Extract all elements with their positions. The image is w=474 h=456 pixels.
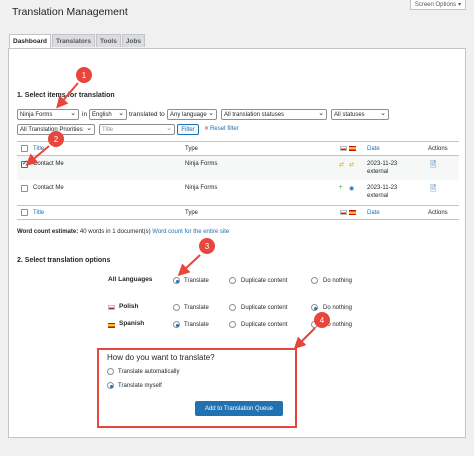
row-title: Contact Me	[33, 185, 64, 191]
section1-title: 1. Select items for translation	[17, 92, 115, 99]
spanish-duplicate-radio[interactable]	[229, 321, 236, 328]
polish-flag-icon	[340, 210, 347, 215]
callout-4: 4	[314, 312, 330, 328]
date-column-footer[interactable]: Date	[367, 210, 380, 216]
spanish-flag-icon	[108, 323, 115, 328]
translate-myself-label: Translate myself	[118, 383, 162, 389]
title-column-footer[interactable]: Title	[33, 210, 44, 216]
duplicate-option-label: Duplicate content	[241, 305, 288, 311]
translate-option-label: Translate	[184, 305, 209, 311]
polish-flag-icon	[108, 305, 115, 310]
polish-do-nothing-radio[interactable]	[311, 304, 318, 311]
word-count-site-link[interactable]: Word count for the entire site	[152, 229, 229, 235]
all-do-nothing-radio[interactable]	[311, 277, 318, 284]
source-language-select[interactable]: English	[89, 109, 127, 120]
row-date: 2023-11-23	[367, 185, 398, 191]
screen-options-button[interactable]: Screen Options ▾	[410, 0, 466, 10]
reset-filter-link[interactable]: ✕Reset filter	[204, 125, 239, 132]
language-polish: Polish	[119, 303, 139, 310]
language-spanish: Spanish	[119, 320, 145, 327]
title-column-header[interactable]: Title	[33, 146, 44, 152]
row-checkbox[interactable]	[21, 185, 28, 192]
tab-jobs[interactable]: Jobs	[121, 34, 146, 47]
row-source: external	[367, 169, 389, 175]
target-language-select[interactable]: Any language	[167, 109, 217, 120]
status-select[interactable]: All statuses	[331, 109, 389, 120]
duplicate-option-label: Duplicate content	[241, 322, 288, 328]
screen-options-label: Screen Options	[414, 1, 457, 8]
eye-icon[interactable]: ◉	[349, 185, 354, 192]
all-duplicate-radio[interactable]	[229, 277, 236, 284]
polish-flag-icon	[340, 146, 347, 151]
table-border	[17, 141, 459, 142]
tab-bar: Dashboard Translators Tools Jobs	[9, 34, 146, 48]
translate-option-label: Translate	[184, 278, 209, 284]
table-footer-border	[17, 205, 459, 206]
translation-status-icon: ⇄	[339, 162, 345, 168]
tab-tools[interactable]: Tools	[96, 34, 121, 47]
polish-duplicate-radio[interactable]	[229, 304, 236, 311]
document-icon[interactable]: 🗎	[430, 183, 436, 197]
callout-1: 1	[76, 67, 92, 83]
word-count: Word count estimate: 40 words in 1 docum…	[17, 229, 229, 235]
title-search-input[interactable]: Title	[99, 124, 175, 135]
language-all: All Languages	[108, 276, 153, 283]
select-all-checkbox[interactable]	[21, 145, 28, 152]
translate-myself-radio[interactable]	[107, 382, 114, 389]
chevron-down-icon: ▾	[458, 2, 462, 8]
all-translate-radio[interactable]	[173, 277, 180, 284]
callout-3: 3	[199, 238, 215, 254]
document-icon[interactable]: 🗎	[430, 159, 436, 173]
page-title: Translation Management	[12, 6, 128, 18]
type-column-header: Type	[185, 146, 199, 152]
row-date: 2023-11-23	[367, 161, 398, 167]
type-column-footer: Type	[185, 210, 199, 216]
table-row: Contact Me Ninja Forms + ◉ 2023-11-23 ex…	[17, 180, 459, 204]
select-all-checkbox-footer[interactable]	[21, 209, 28, 216]
add-to-translation-queue-button[interactable]: Add to Translation Queue	[195, 401, 283, 416]
spanish-flag-icon	[349, 210, 356, 215]
translation-status-select[interactable]: All translation statuses	[221, 109, 327, 120]
translate-automatically-radio[interactable]	[107, 368, 114, 375]
translation-status-icon: ⇄	[349, 162, 355, 168]
method-question: How do you want to translate?	[107, 353, 215, 362]
actions-column-header: Actions	[428, 146, 448, 152]
translation-method-box: How do you want to translate? Translate …	[97, 348, 297, 428]
add-translation-icon[interactable]: +	[339, 185, 343, 191]
table-bottom-border	[17, 219, 459, 220]
translated-to-label: translated to	[129, 111, 165, 118]
row-checkbox[interactable]	[21, 159, 28, 168]
polish-translate-radio[interactable]	[173, 304, 180, 311]
date-column-header[interactable]: Date	[367, 146, 380, 152]
tab-dashboard[interactable]: Dashboard	[9, 34, 51, 48]
word-count-text: 40 words in 1 document(s)	[79, 229, 151, 235]
tab-translators[interactable]: Translators	[51, 34, 95, 47]
actions-column-footer: Actions	[428, 210, 448, 216]
row-title: Contact Me	[33, 161, 64, 167]
row-type: Ninja Forms	[185, 161, 218, 167]
in-label: in	[82, 111, 88, 118]
table-row: Contact Me Ninja Forms ⇄ ⇄ 2023-11-23 ex…	[17, 156, 459, 180]
filter-button[interactable]: Filter	[177, 124, 199, 135]
spanish-translate-radio[interactable]	[173, 321, 180, 328]
duplicate-option-label: Duplicate content	[241, 278, 288, 284]
callout-2: 2	[48, 131, 64, 147]
translate-automatically-label: Translate automatically	[118, 369, 180, 375]
row-source: external	[367, 193, 389, 199]
row-type: Ninja Forms	[185, 185, 218, 191]
word-count-label: Word count estimate:	[17, 229, 79, 235]
section2-title: 2. Select translation options	[17, 257, 111, 264]
close-icon: ✕	[204, 126, 210, 132]
spanish-flag-icon	[349, 146, 356, 151]
do-nothing-option-label: Do nothing	[323, 278, 353, 284]
translate-option-label: Translate	[184, 322, 209, 328]
reset-filter-label: Reset filter	[210, 126, 239, 132]
plugin-select[interactable]: Ninja Forms	[17, 109, 79, 120]
do-nothing-option-label: Do nothing	[323, 305, 353, 311]
